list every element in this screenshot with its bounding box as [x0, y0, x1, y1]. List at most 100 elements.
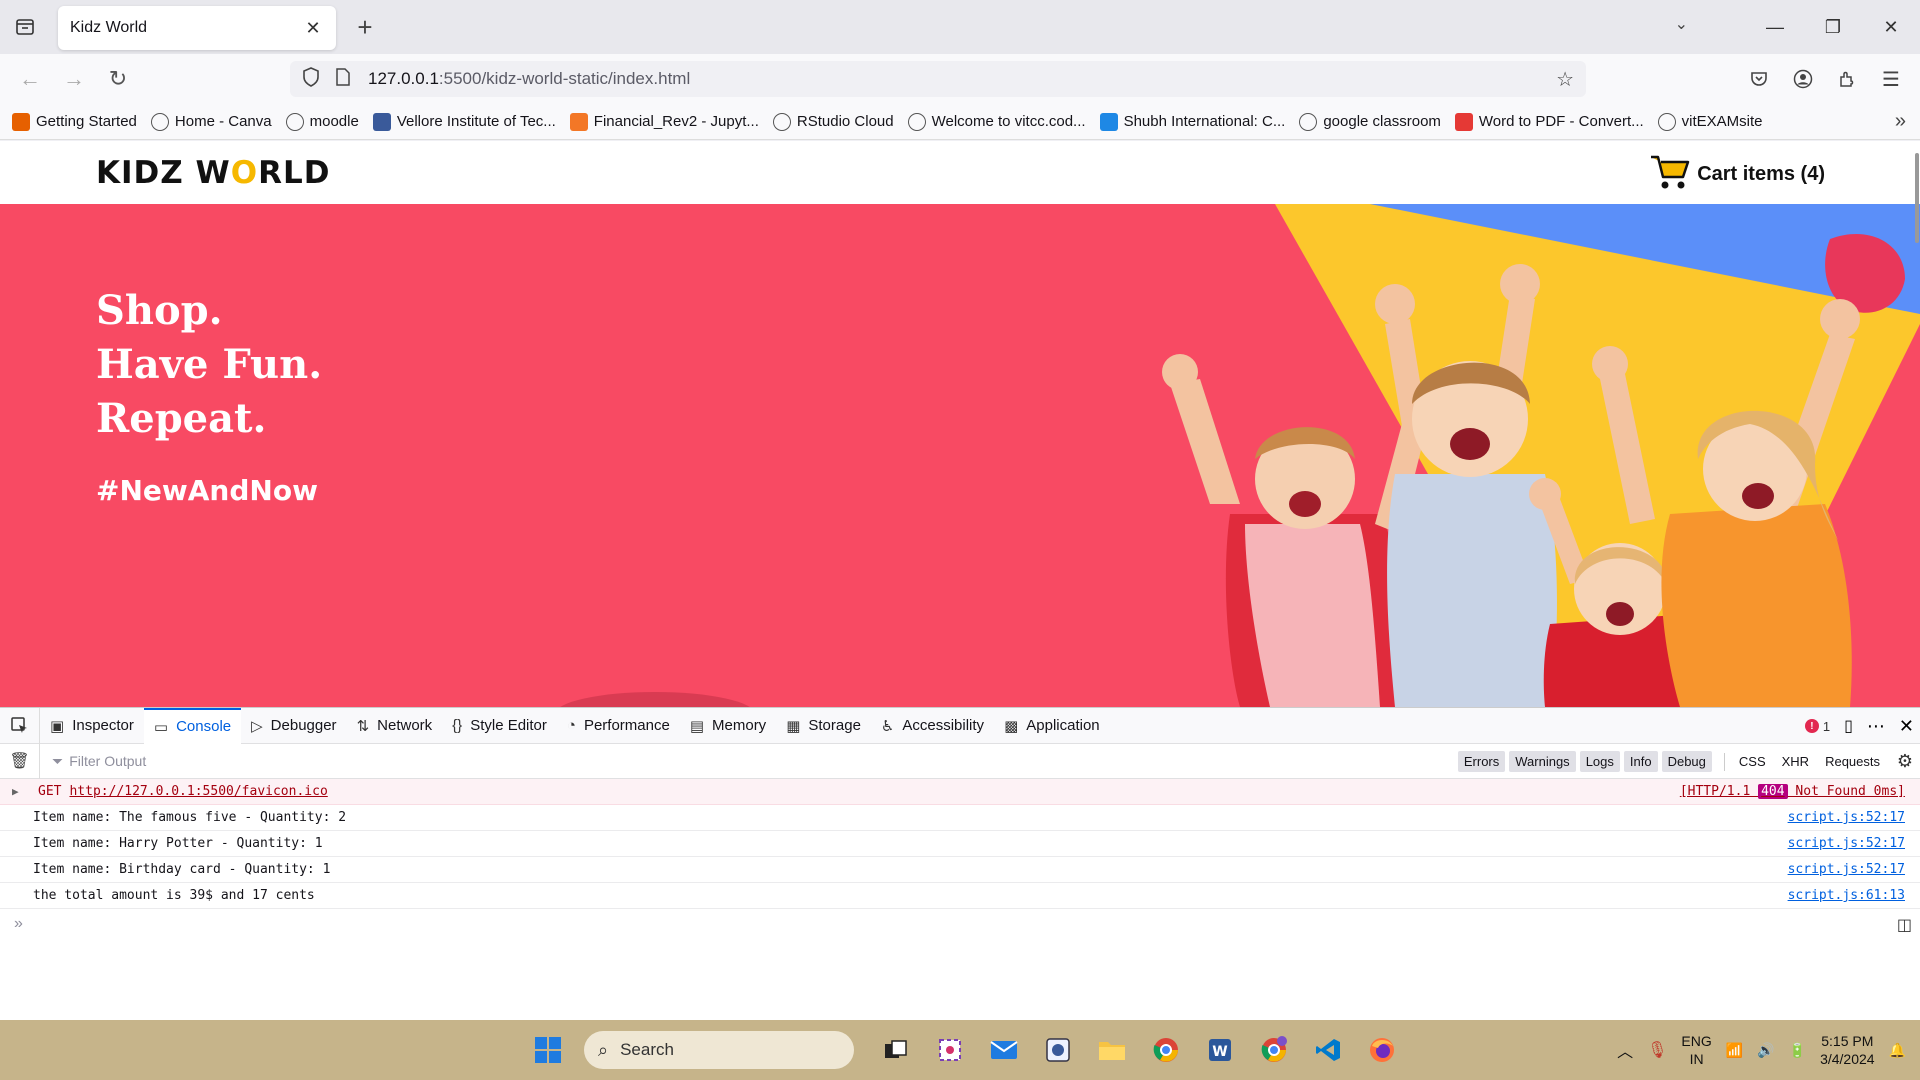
chevron-up-icon[interactable]: ︿ — [1617, 1038, 1633, 1062]
error-log-row[interactable]: ▶ GET http://127.0.0.1:5500/favicon.ico … — [0, 779, 1920, 805]
editor-mode-icon[interactable]: ◫ — [1897, 915, 1912, 935]
bookmark-item[interactable]: Getting Started — [12, 112, 137, 131]
devtools-tab-accessibility[interactable]: ♿ Accessibility — [871, 708, 994, 744]
menu-icon[interactable]: ☰ — [1872, 61, 1910, 97]
filter-requests-button[interactable]: Requests — [1819, 751, 1886, 772]
page-scrollbar[interactable] — [1914, 141, 1920, 707]
kids-cheering-photo — [1162, 264, 1860, 707]
error-count-badge[interactable]: ! 1 — [1804, 719, 1830, 734]
app-icon[interactable] — [1036, 1028, 1080, 1072]
bookmark-item[interactable]: vitEXAMsite — [1657, 112, 1763, 131]
console-log-row[interactable]: Item name: The famous five - Quantity: 2… — [0, 805, 1920, 831]
windows-start-icon[interactable] — [526, 1028, 570, 1072]
log-source-link[interactable]: script.js:52:17 — [1788, 836, 1905, 851]
minimize-icon[interactable]: — — [1746, 17, 1804, 38]
url-bar[interactable]: 127.0.0.1:5500/kidz-world-static/index.h… — [290, 61, 1586, 97]
microphone-icon[interactable]: 🎙 — [1647, 1040, 1667, 1060]
battery-icon[interactable]: 🔋 — [1789, 1042, 1806, 1059]
wifi-icon[interactable]: 📶 — [1726, 1042, 1743, 1059]
star-icon[interactable]: ☆ — [1556, 67, 1574, 92]
chrome-profile-icon[interactable] — [1252, 1028, 1296, 1072]
filter-xhr-button[interactable]: XHR — [1776, 751, 1815, 772]
bookmark-item[interactable]: google classroom — [1299, 112, 1441, 131]
http-status[interactable]: [HTTP/1.1 404 Not Found 0ms] — [1680, 784, 1905, 799]
bookmark-item[interactable]: Word to PDF - Convert... — [1454, 112, 1644, 131]
trash-icon[interactable]: 🗑 — [0, 743, 40, 779]
filter-logs-button[interactable]: Logs — [1579, 751, 1620, 772]
devtools-tab-storage[interactable]: ▦ Storage — [776, 708, 871, 744]
task-view-icon[interactable] — [874, 1028, 918, 1072]
log-source-link[interactable]: script.js:52:17 — [1788, 862, 1905, 877]
filter-errors-button[interactable]: Errors — [1457, 751, 1506, 772]
account-icon[interactable] — [1784, 61, 1822, 97]
filter-input[interactable]: ⏷ Filter Output — [52, 753, 146, 770]
restore-icon[interactable]: ❐ — [1804, 17, 1862, 38]
extensions-icon[interactable] — [1828, 61, 1866, 97]
devtools-tab-debugger[interactable]: ▷ Debugger — [241, 708, 346, 744]
reload-icon[interactable]: ↻ — [96, 61, 140, 97]
error-url-link[interactable]: http://127.0.0.1:5500/favicon.ico — [69, 784, 327, 799]
console-log-row[interactable]: the total amount is 39$ and 17 cents scri… — [0, 883, 1920, 909]
firefox-icon[interactable] — [1360, 1028, 1404, 1072]
bookmark-item[interactable]: RStudio Cloud — [772, 112, 894, 131]
windows-taskbar: ⌕ Search W ︿ 🎙 ENG IN 📶 🔊 🔋 5:15 PM 3/4/20… — [0, 1020, 1920, 1080]
devtools-tab-network[interactable]: ⇅ Network — [347, 708, 443, 744]
language-indicator[interactable]: ENG IN — [1681, 1032, 1711, 1068]
browser-tab[interactable]: Kidz World ✕ — [58, 6, 336, 50]
shield-icon[interactable] — [302, 66, 320, 92]
devtools-tab-inspector[interactable]: ▣ Inspector — [40, 708, 144, 744]
close-devtools-icon[interactable]: ✕ — [1899, 716, 1914, 737]
more-bookmarks-icon[interactable]: » — [1895, 110, 1906, 133]
tab-list-icon[interactable] — [10, 12, 40, 42]
bookmark-item[interactable]: moodle — [285, 112, 359, 131]
filter-warnings-button[interactable]: Warnings — [1509, 751, 1576, 772]
console-log-row[interactable]: Item name: Birthday card - Quantity: 1 sc… — [0, 857, 1920, 883]
bookmark-item[interactable]: Financial_Rev2 - Jupyt... — [569, 112, 759, 131]
forward-arrow-icon[interactable]: → — [52, 61, 96, 97]
console-input[interactable]: » ◫ — [0, 909, 1920, 939]
more-options-icon[interactable]: ⋯ — [1867, 716, 1885, 737]
notification-bell-icon[interactable]: 🔔 — [1889, 1042, 1906, 1059]
clock[interactable]: 5:15 PM 3/4/2024 — [1820, 1032, 1875, 1068]
site-header: KIDZ WORLD Cart items (4) — [0, 141, 1920, 204]
url-text[interactable]: 127.0.0.1:5500/kidz-world-static/index.h… — [368, 69, 1556, 89]
devtools-tab-style-editor[interactable]: {} Style Editor — [442, 708, 557, 744]
bookmark-item[interactable]: Vellore Institute of Tec... — [372, 112, 556, 131]
element-picker-icon[interactable] — [0, 707, 40, 744]
vscode-icon[interactable] — [1306, 1028, 1350, 1072]
bookmark-item[interactable]: Shubh International: C... — [1099, 112, 1285, 131]
window-close-icon[interactable]: ✕ — [1862, 17, 1920, 38]
gear-icon[interactable]: ⚙ — [1890, 751, 1920, 772]
filter-css-button[interactable]: CSS — [1733, 751, 1772, 772]
snipping-tool-icon[interactable] — [928, 1028, 972, 1072]
devtools-tab-performance[interactable]: ◔ Performance — [557, 708, 680, 744]
devtools-tab-console[interactable]: ▭ Console — [143, 707, 242, 744]
filter-info-button[interactable]: Info — [1623, 751, 1658, 772]
taskbar-search[interactable]: ⌕ Search — [584, 1031, 854, 1069]
tab-title: Kidz World — [70, 19, 148, 36]
log-source-link[interactable]: script.js:61:13 — [1788, 888, 1905, 903]
volume-icon[interactable]: 🔊 — [1757, 1042, 1774, 1059]
chevron-down-icon[interactable]: ⌄ — [1675, 14, 1688, 34]
pocket-icon[interactable] — [1740, 61, 1778, 97]
chrome-icon[interactable] — [1144, 1028, 1188, 1072]
devtools-tab-label: Network — [377, 717, 433, 734]
mail-icon[interactable] — [982, 1028, 1026, 1072]
close-icon[interactable]: ✕ — [302, 18, 324, 39]
cart-button[interactable]: Cart items (4) — [1649, 153, 1825, 196]
bookmark-item[interactable]: Home - Canva — [150, 112, 272, 131]
page-icon[interactable] — [336, 67, 350, 91]
dock-icon[interactable]: ▯ — [1844, 716, 1853, 736]
back-arrow-icon[interactable]: ← — [8, 61, 52, 97]
bookmark-item[interactable]: Welcome to vitcc.cod... — [907, 112, 1086, 131]
devtools-tab-application[interactable]: ▩ Application — [994, 708, 1110, 744]
word-icon[interactable]: W — [1198, 1028, 1242, 1072]
site-logo[interactable]: KIDZ WORLD — [96, 155, 330, 191]
filter-debug-button[interactable]: Debug — [1661, 751, 1712, 772]
expand-triangle-icon[interactable]: ▶ — [12, 785, 26, 798]
new-tab-button[interactable]: + — [350, 12, 380, 42]
devtools-tab-memory[interactable]: ▤ Memory — [680, 708, 776, 744]
console-log-row[interactable]: Item name: Harry Potter - Quantity: 1 scr… — [0, 831, 1920, 857]
file-explorer-icon[interactable] — [1090, 1028, 1134, 1072]
log-source-link[interactable]: script.js:52:17 — [1788, 810, 1905, 825]
